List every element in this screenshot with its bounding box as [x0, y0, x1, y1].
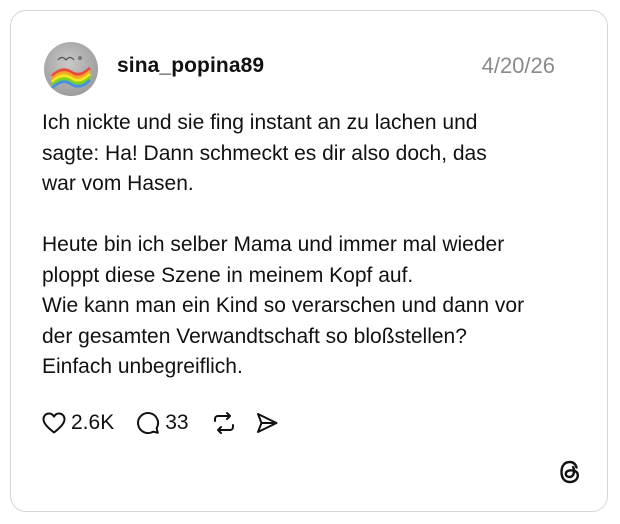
- avatar-image-icon: [50, 56, 92, 90]
- text-line: war vom Hasen.: [42, 172, 194, 195]
- post-card: sina_popina89 4/20/26 Ich nickte und sie…: [10, 10, 608, 512]
- speech-bubble-icon: [136, 411, 160, 435]
- threads-logo-icon: [557, 459, 583, 485]
- share-button[interactable]: [255, 411, 279, 435]
- avatar[interactable]: [44, 42, 98, 96]
- text-line: Einfach unbegreiflich.: [42, 355, 243, 378]
- text-line: sagte: Ha! Dann schmeckt es dir also doc…: [42, 141, 487, 165]
- like-count: 2.6K: [71, 411, 115, 434]
- post-paragraph: Heute bin ich selber Mama und immer mal …: [42, 230, 582, 383]
- like-button[interactable]: 2.6K: [42, 411, 114, 435]
- reply-button[interactable]: 33: [136, 411, 189, 435]
- text-line: Ich nickte und sie fing instant an zu la…: [42, 111, 478, 134]
- text-line: Heute bin ich selber Mama und immer mal …: [42, 233, 505, 256]
- repost-icon: [211, 411, 237, 435]
- action-bar: 2.6K 33: [42, 409, 279, 437]
- reply-count: 33: [165, 411, 189, 434]
- text-line: der gesamten Verwandtschaft so bloßstell…: [42, 324, 467, 348]
- text-line: ploppt diese Szene in meinem Kopf auf.: [42, 263, 414, 287]
- repost-button[interactable]: [211, 411, 237, 435]
- post-date: 4/20/26: [481, 53, 555, 78]
- post-paragraph: Ich nickte und sie fing instant an zu la…: [42, 108, 582, 200]
- text-line: Wie kann man ein Kind so verarschen und …: [42, 294, 525, 317]
- send-icon: [255, 411, 279, 435]
- heart-icon: [42, 412, 66, 434]
- post-body: Ich nickte und sie fing instant an zu la…: [42, 108, 582, 383]
- username[interactable]: sina_popina89: [117, 54, 264, 78]
